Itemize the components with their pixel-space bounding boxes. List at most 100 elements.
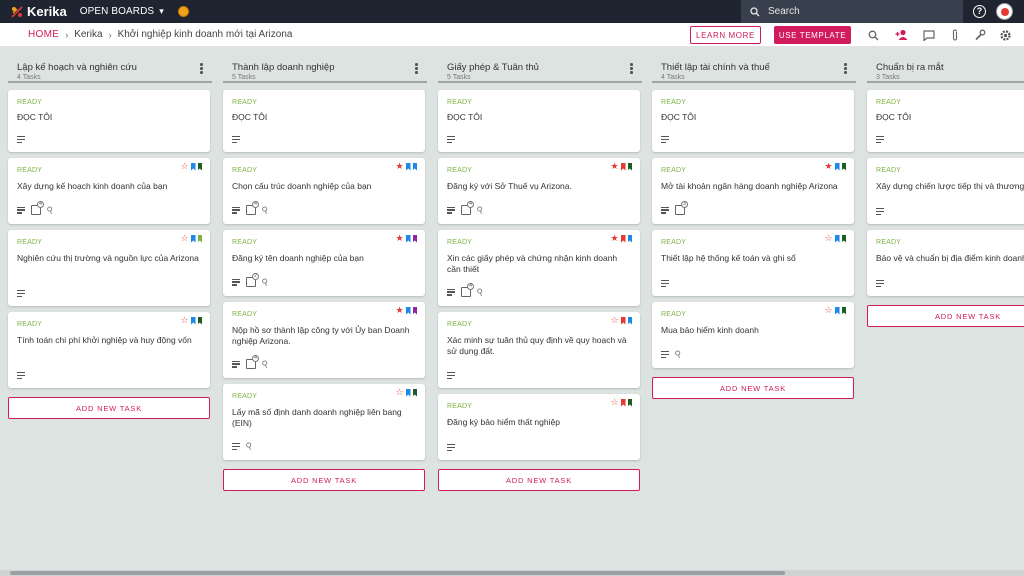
tag-flag-icon: [841, 306, 846, 315]
task-title[interactable]: Tính toán chi phí khởi nghiệp và huy độn…: [17, 335, 202, 346]
task-title[interactable]: Bảo vệ và chuẩn bị địa điểm kinh doanh: [876, 253, 1024, 264]
column-title[interactable]: Giấy phép & Tuân thủ: [447, 62, 642, 73]
open-boards-menu[interactable]: OPEN BOARDS ▾: [80, 6, 164, 17]
task-title[interactable]: Đăng ký bảo hiểm thất nghiệp: [447, 417, 632, 428]
priority-star-icon[interactable]: ★: [395, 234, 404, 243]
task-title[interactable]: Xây dựng chiến lược tiếp thị và thương h…: [876, 181, 1024, 192]
breadcrumb-org[interactable]: Kerika: [74, 29, 102, 40]
tag-flag-icon: [841, 234, 846, 243]
attachment-icon[interactable]: [948, 28, 962, 42]
avatar[interactable]: [996, 3, 1013, 20]
priority-star-icon[interactable]: ☆: [180, 316, 189, 325]
task-card[interactable]: READY Xác minh sự tuân thủ quy định về qu…: [438, 312, 640, 388]
task-title[interactable]: Xin các giấy phép và chứng nhận kinh doa…: [447, 253, 632, 275]
priority-star-icon[interactable]: ☆: [610, 398, 619, 407]
column-title[interactable]: Lập kế hoạch và nghiên cứu: [17, 62, 212, 73]
task-title[interactable]: ĐỌC TÔI: [447, 112, 632, 123]
priority-star-icon[interactable]: ★: [824, 162, 833, 171]
task-card[interactable]: READY Thiết lập hệ thống kế toán và ghi s…: [652, 230, 854, 296]
help-icon[interactable]: ?: [973, 5, 986, 18]
task-card[interactable]: READY Đăng ký bảo hiểm thất nghiệp ☆: [438, 394, 640, 460]
checklist-icon: 3: [675, 201, 688, 215]
notification-badge-icon[interactable]: [177, 6, 189, 17]
task-title[interactable]: Đăng ký tên doanh nghiệp của bạn: [232, 253, 417, 264]
task-title[interactable]: Nộp hồ sơ thành lập công ty với Ủy ban D…: [232, 325, 417, 347]
task-flags: ☆: [610, 398, 632, 407]
task-card[interactable]: READY Mua bảo hiểm kinh doanh ☆ ⚲: [652, 302, 854, 368]
task-card[interactable]: READY Nộp hồ sơ thành lập công ty với Ủy …: [223, 302, 425, 378]
task-card[interactable]: READY ĐỌC TÔI: [438, 90, 640, 152]
board-search-icon[interactable]: [866, 28, 880, 42]
column-menu-icon[interactable]: [630, 63, 634, 75]
priority-star-icon[interactable]: ★: [395, 162, 404, 171]
priority-star-icon[interactable]: ☆: [395, 388, 404, 397]
learn-more-button[interactable]: LEARN MORE: [690, 26, 761, 44]
task-card[interactable]: READY Mở tài khoản ngân hàng doanh nghiệp…: [652, 158, 854, 224]
task-card[interactable]: READY ĐỌC TÔI: [8, 90, 210, 152]
task-title[interactable]: Nghiên cứu thị trường và nguồn lực của A…: [17, 253, 202, 264]
task-title[interactable]: ĐỌC TÔI: [232, 112, 417, 123]
task-status: READY: [447, 321, 473, 328]
priority-star-icon[interactable]: ☆: [180, 234, 189, 243]
column-header: Giấy phép & Tuân thủ 5 Tasks: [438, 47, 642, 83]
chat-icon[interactable]: [922, 28, 936, 42]
column-title[interactable]: Thành lập doanh nghiệp: [232, 62, 427, 73]
priority-star-icon[interactable]: ☆: [610, 316, 619, 325]
task-title[interactable]: Thiết lập hệ thống kế toán và ghi sổ: [661, 253, 846, 264]
column-menu-icon[interactable]: [844, 63, 848, 75]
add-person-icon[interactable]: [895, 28, 909, 42]
horizontal-scrollbar[interactable]: [0, 570, 1024, 576]
priority-star-icon[interactable]: ☆: [824, 234, 833, 243]
tag-flag-icon: [412, 162, 417, 171]
task-title[interactable]: Chọn cấu trúc doanh nghiệp của bạn: [232, 181, 417, 192]
column-title[interactable]: Thiết lập tài chính và thuế: [661, 62, 856, 73]
task-card[interactable]: READY Tính toán chi phí khởi nghiệp và hu…: [8, 312, 210, 388]
settings-gear-icon[interactable]: [998, 28, 1012, 42]
priority-star-icon[interactable]: ★: [395, 306, 404, 315]
task-card[interactable]: READY ĐỌC TÔI: [867, 90, 1024, 152]
add-new-task-button[interactable]: ADD NEW TASK: [8, 397, 210, 419]
task-title[interactable]: Xây dựng kế hoạch kinh doanh của bạn: [17, 181, 202, 192]
task-card[interactable]: READY Bảo vệ và chuẩn bị địa điểm kinh do…: [867, 230, 1024, 296]
task-title[interactable]: Mở tài khoản ngân hàng doanh nghiệp Ariz…: [661, 181, 846, 192]
task-card[interactable]: READY Xây dựng kế hoạch kinh doanh của bạ…: [8, 158, 210, 224]
task-title[interactable]: ĐỌC TÔI: [876, 112, 1024, 123]
description-icon: [447, 372, 455, 379]
task-card[interactable]: READY Chọn cấu trúc doanh nghiệp của bạn ★…: [223, 158, 425, 224]
priority-star-icon[interactable]: ★: [610, 162, 619, 171]
priority-star-icon[interactable]: ☆: [824, 306, 833, 315]
priority-star-icon[interactable]: ☆: [180, 162, 189, 171]
task-title[interactable]: Xác minh sự tuân thủ quy định về quy hoạ…: [447, 335, 632, 357]
tag-flag-icon: [406, 388, 411, 397]
task-card[interactable]: READY Xin các giấy phép và chứng nhận kin…: [438, 230, 640, 306]
column-menu-icon[interactable]: [415, 63, 419, 75]
breadcrumb-home[interactable]: HOME: [28, 29, 59, 40]
column-title[interactable]: Chuẩn bị ra mắt: [876, 62, 1024, 73]
add-new-task-button[interactable]: ADD NEW TASK: [652, 377, 854, 399]
task-card[interactable]: READY Lấy mã số định danh doanh nghiệp li…: [223, 384, 425, 460]
column-menu-icon[interactable]: [200, 63, 204, 75]
tag-flag-icon: [621, 162, 626, 171]
task-title[interactable]: ĐỌC TÔI: [17, 112, 202, 123]
add-new-task-button[interactable]: ADD NEW TASK: [223, 469, 425, 491]
priority-star-icon[interactable]: ★: [610, 234, 619, 243]
task-title[interactable]: Mua bảo hiểm kinh doanh: [661, 325, 846, 336]
task-card[interactable]: READY Nghiên cứu thị trường và nguồn lực …: [8, 230, 210, 306]
add-new-task-button[interactable]: ADD NEW TASK: [438, 469, 640, 491]
task-card[interactable]: READY Xây dựng chiến lược tiếp thị và thư…: [867, 158, 1024, 224]
use-template-button[interactable]: USE TEMPLATE: [774, 26, 851, 44]
task-card[interactable]: READY ĐỌC TÔI: [223, 90, 425, 152]
kerika-logo[interactable]: Kerika: [10, 0, 67, 23]
add-new-task-button[interactable]: ADD NEW TASK: [867, 305, 1024, 327]
task-title[interactable]: Đăng ký với Sở Thuế vụ Arizona.: [447, 181, 632, 192]
task-status: READY: [232, 311, 258, 318]
task-card[interactable]: READY Đăng ký tên doanh nghiệp của bạn ★ 2 ⚲: [223, 230, 425, 296]
task-title[interactable]: ĐỌC TÔI: [661, 112, 846, 123]
wrench-icon[interactable]: [973, 28, 987, 42]
task-title[interactable]: Lấy mã số định danh doanh nghiệp liên ba…: [232, 407, 417, 429]
search-input[interactable]: Search: [741, 0, 963, 23]
task-card[interactable]: READY ĐỌC TÔI: [652, 90, 854, 152]
task-card[interactable]: READY Đăng ký với Sở Thuế vụ Arizona. ★ 4 ⚲: [438, 158, 640, 224]
scrollbar-thumb[interactable]: [10, 571, 785, 575]
tag-flag-icon: [412, 306, 417, 315]
